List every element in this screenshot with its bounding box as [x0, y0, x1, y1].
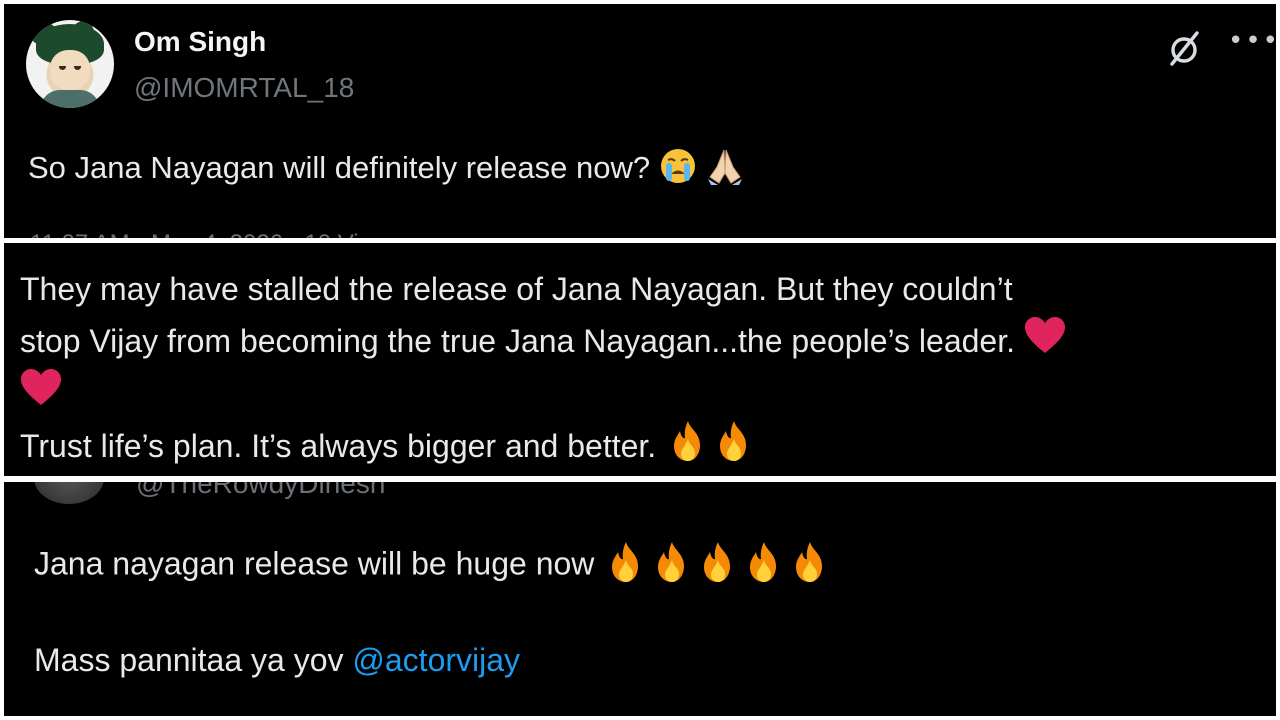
- tweet-line-2: stop Vijay from becoming the true Jana N…: [20, 315, 1260, 367]
- more-options-icon[interactable]: •••: [1228, 26, 1276, 56]
- tweet-line-4: Trust life’s plan. It’s always bigger an…: [20, 419, 1260, 471]
- red-heart-icon: [20, 369, 62, 422]
- tweet-line-2: Mass pannitaa ya yov @actorvijay: [34, 642, 521, 678]
- fire-icon: [711, 419, 757, 476]
- fire-icon: [649, 540, 695, 592]
- display-name[interactable]: Om Singh: [134, 26, 266, 58]
- user-handle[interactable]: @IMOMRTAL_18: [134, 72, 354, 104]
- user-handle[interactable]: @TheRowdyDinesh: [136, 482, 385, 500]
- grok-icon[interactable]: [1164, 28, 1204, 68]
- red-heart-icon: [1024, 317, 1066, 370]
- fire-icon: [603, 540, 649, 592]
- fire-icon: [695, 540, 741, 592]
- tweet-line-1: Jana nayagan release will be huge now: [34, 540, 833, 592]
- tweet-panel-2: They may have stalled the release of Jan…: [4, 243, 1276, 476]
- tweet-panel-3: @TheRowdyDinesh Jana nayagan release wil…: [4, 482, 1276, 716]
- avatar[interactable]: [26, 20, 114, 108]
- tweet-line-1: They may have stalled the release of Jan…: [20, 271, 1013, 307]
- avatar[interactable]: [34, 482, 104, 504]
- fire-icon: [665, 419, 711, 476]
- tweet-line-3: [20, 367, 1260, 419]
- fire-icon: [741, 540, 787, 592]
- crying-face-icon: [659, 147, 697, 193]
- tweet-panel-1: Om Singh @IMOMRTAL_18 ••• So Jana Nayaga…: [4, 4, 1276, 238]
- fire-icon: [787, 540, 833, 592]
- tweet-text: So Jana Nayagan will definitely release …: [28, 147, 745, 193]
- tweet-text: They may have stalled the release of Jan…: [20, 263, 1260, 471]
- folded-hands-icon: [705, 147, 745, 193]
- tweet-timestamp: 11:07 AM · May 4, 2026 · 10 Vi: [30, 230, 359, 238]
- mention-link[interactable]: @actorvijay: [352, 642, 520, 678]
